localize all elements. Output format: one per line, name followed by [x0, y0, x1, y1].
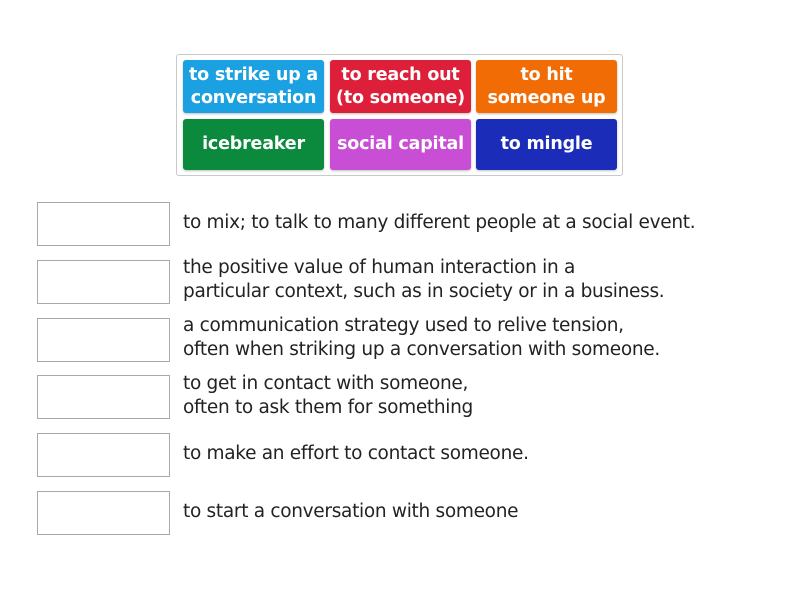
drop-box[interactable]	[37, 260, 170, 304]
drop-box[interactable]	[37, 433, 170, 477]
tile-label-line2: someone up	[487, 87, 606, 108]
definition-line1: to mix; to talk to many different people…	[183, 212, 696, 233]
tile-to-hit-someone-up[interactable]: to hit someone up	[476, 60, 617, 113]
tile-label: icebreaker	[202, 134, 305, 154]
tile-label: to mingle	[500, 134, 593, 154]
definition-text: to make an effort to contact someone.	[183, 442, 529, 466]
definition-text: to start a conversation with someone	[183, 500, 519, 524]
definition-line1: the positive value of human interaction …	[183, 257, 576, 278]
tile-to-reach-out[interactable]: to reach out (to someone)	[330, 60, 471, 113]
tile-icebreaker[interactable]: icebreaker	[183, 119, 324, 170]
tile-label-line1: to reach out	[341, 64, 460, 85]
tile-label-line2: (to someone)	[336, 87, 465, 108]
tile-to-mingle[interactable]: to mingle	[476, 119, 617, 170]
definition-line1: to start a conversation with someone	[183, 501, 519, 522]
tile-label: social capital	[337, 134, 464, 154]
word-bank: to strike up a conversation to reach out(…	[176, 54, 623, 176]
definition-line1: a communication strategy used to relive …	[183, 315, 624, 336]
definition-text: a communication strategy used to relive …	[183, 314, 660, 362]
drop-box[interactable]	[37, 375, 170, 419]
definition-text: the positive value of human interaction …	[183, 256, 665, 304]
tile-label-line2: conversation	[190, 87, 317, 108]
tile-label-line1: to hit	[520, 64, 573, 85]
tile-to-strike-up-a-conversation[interactable]: to strike up a conversation	[183, 60, 324, 113]
definition-text: to mix; to talk to many different people…	[183, 211, 696, 235]
definition-line1: to get in contact with someone,	[183, 373, 469, 394]
definition-text: to get in contact with someone, often to …	[183, 372, 473, 420]
definition-line2: often to ask them for something	[183, 397, 473, 418]
tile-label-line1: to strike up a	[188, 64, 319, 85]
tile-social-capital[interactable]: social capital	[330, 119, 471, 170]
drop-box[interactable]	[37, 202, 170, 246]
definition-line2: often when striking up a conversation wi…	[183, 339, 660, 360]
definition-line2: particular context, such as in society o…	[183, 281, 665, 302]
drop-box[interactable]	[37, 491, 170, 535]
definition-line1: to make an effort to contact someone.	[183, 443, 529, 464]
drop-box[interactable]	[37, 318, 170, 362]
